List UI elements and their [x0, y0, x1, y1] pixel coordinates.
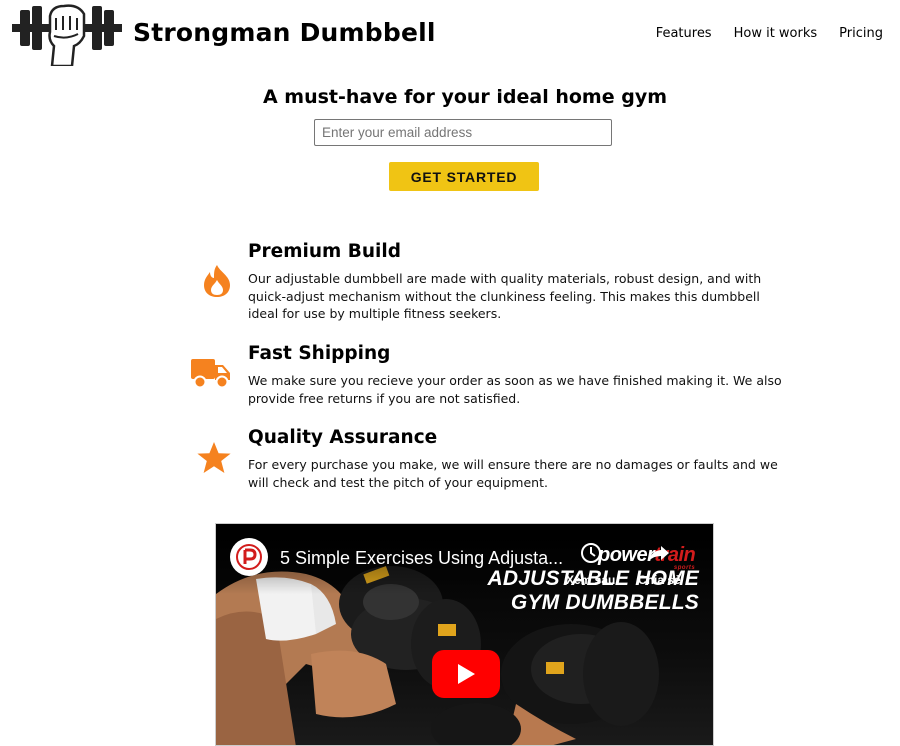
- top-nav: Features How it works Pricing: [656, 26, 883, 41]
- get-started-button[interactable]: GET STARTED: [389, 162, 539, 191]
- video-title[interactable]: 5 Simple Exercises Using Adjusta...: [280, 548, 563, 569]
- feature-fast-shipping: Fast Shipping We make sure you recieve y…: [248, 343, 793, 407]
- channel-avatar[interactable]: [230, 538, 268, 576]
- nav-pricing[interactable]: Pricing: [839, 26, 883, 41]
- email-input[interactable]: [314, 119, 612, 146]
- feature-text: We make sure you recieve your order as s…: [248, 373, 782, 406]
- star-icon: [196, 441, 232, 475]
- clock-icon: [580, 543, 601, 563]
- video-headline: ADJUSTABLE HOME GYM DUMBBELLS: [487, 567, 699, 614]
- hero-title: A must-have for your ideal home gym: [262, 86, 668, 108]
- truck-icon: [191, 357, 231, 389]
- feature-title: Fast Shipping: [248, 343, 391, 364]
- nav-features[interactable]: Features: [656, 26, 712, 41]
- feature-premium-build: Premium Build Our adjustable dumbbell ar…: [248, 241, 793, 323]
- video-embed[interactable]: 5 Simple Exercises Using Adjusta... powe…: [215, 523, 714, 746]
- fire-icon: [202, 264, 232, 298]
- play-button[interactable]: [432, 650, 500, 698]
- feature-quality-assurance: Quality Assurance For every purchase you…: [248, 427, 793, 491]
- brand-title: Strongman Dumbbell: [133, 18, 436, 47]
- feature-text: For every purchase you make, we will ens…: [248, 457, 778, 490]
- logo: [12, 2, 122, 68]
- feature-text: Our adjustable dumbbell are made with qu…: [248, 271, 762, 321]
- play-icon: [458, 664, 475, 684]
- feature-title: Quality Assurance: [248, 427, 438, 448]
- feature-title: Premium Build: [248, 241, 401, 262]
- nav-how-it-works[interactable]: How it works: [734, 26, 818, 41]
- share-icon: [649, 546, 670, 561]
